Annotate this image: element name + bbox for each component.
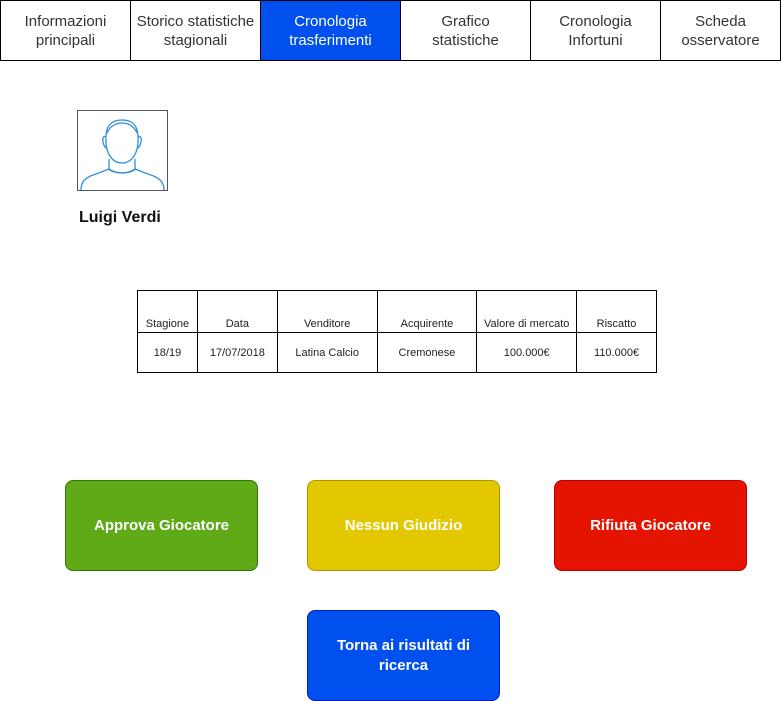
tab-label: Cronologia trasferimenti — [289, 12, 372, 49]
tab-label: Grafico statistiche — [432, 12, 499, 49]
tab-label: Storico statistiche stagionali — [136, 12, 255, 49]
back-to-results-button[interactable]: Torna ai risultati di ricerca — [307, 610, 500, 701]
column-header-data: Data — [196, 290, 278, 333]
tab-label: Cronologia Infortuni — [559, 12, 632, 49]
approve-player-button[interactable]: Approva Giocatore — [65, 480, 258, 571]
column-header-riscatto: Riscatto — [576, 290, 657, 333]
tab-bar: Informazioni principali Storico statisti… — [0, 0, 781, 61]
table-header-row: Stagione Data Venditore Acquirente Valor… — [137, 290, 657, 333]
cell-stagione: 18/19 — [137, 332, 198, 373]
table-row: 18/19 17/07/2018 Latina Calcio Cremonese… — [137, 332, 657, 373]
approve-player-label: Approva Giocatore — [93, 516, 230, 534]
tab-label: Scheda osservatore — [681, 12, 760, 49]
column-header-valore-di-mercato: Valore di mercato — [476, 290, 578, 333]
tab-cronologia-infortuni[interactable]: Cronologia Infortuni — [530, 0, 660, 61]
reject-player-button[interactable]: Rifiuta Giocatore — [554, 480, 747, 571]
reject-player-label: Rifiuta Giocatore — [590, 516, 711, 534]
tab-storico-statistiche[interactable]: Storico statistiche stagionali — [130, 0, 260, 61]
cell-acquirente: Cremonese — [376, 332, 478, 373]
no-judgment-label: Nessun Giudizio — [344, 516, 463, 534]
cell-riscatto: 110.000€ — [576, 332, 657, 373]
player-name: Luigi Verdi — [79, 209, 161, 226]
cell-data: 17/07/2018 — [196, 332, 278, 373]
back-to-results-label: Torna ai risultati di ricerca — [336, 636, 471, 674]
tab-scheda-osservatore[interactable]: Scheda osservatore — [660, 0, 781, 61]
no-judgment-button[interactable]: Nessun Giudizio — [307, 480, 500, 571]
column-header-acquirente: Acquirente — [376, 290, 478, 333]
cell-venditore: Latina Calcio — [276, 332, 378, 373]
tab-label: Informazioni principali — [24, 12, 107, 49]
transfers-table: Stagione Data Venditore Acquirente Valor… — [137, 290, 657, 373]
column-header-stagione: Stagione — [137, 290, 198, 333]
user-avatar-icon — [80, 119, 165, 191]
player-avatar — [77, 110, 168, 191]
column-header-venditore: Venditore — [276, 290, 378, 333]
tab-grafico-statistiche[interactable]: Grafico statistiche — [400, 0, 530, 61]
tab-informazioni-principali[interactable]: Informazioni principali — [0, 0, 130, 61]
tab-cronologia-trasferimenti[interactable]: Cronologia trasferimenti — [260, 0, 400, 61]
cell-valore-di-mercato: 100.000€ — [476, 332, 578, 373]
